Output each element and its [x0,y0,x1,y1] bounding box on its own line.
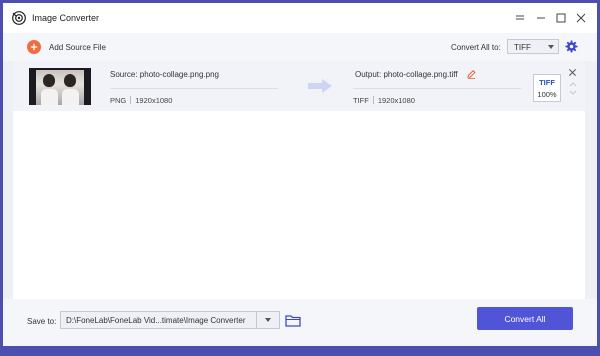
save-path-dropdown[interactable] [256,311,280,329]
output-resolution: 1920x1080 [377,96,415,105]
convert-all-to-label: Convert All to: [451,43,501,52]
source-format: PNG [110,96,127,105]
window-title: Image Converter [32,13,100,23]
add-source-file-button[interactable]: Add Source File [27,39,106,55]
convert-all-format-select[interactable]: TIFF [507,39,559,54]
file-list-item[interactable]: Source: photo-collage.png.png PNG 1920x10… [13,61,585,111]
convert-all-button-label: Convert All [504,313,546,324]
output-quality: 100% [537,90,557,99]
source-resolution: 1920x1080 [135,96,173,105]
output-file-meta: TIFF 1920x1080 [353,96,415,105]
footer-bar: Save to: D:\FoneLab\FoneLab Vid...timate… [3,299,597,346]
minimize-icon[interactable] [534,11,548,25]
save-path-value: D:\FoneLab\FoneLab Vid...timate\Image Co… [66,316,246,325]
divider [353,88,521,89]
close-window-icon[interactable] [574,11,588,25]
menu-icon[interactable] [513,11,527,25]
gear-icon[interactable] [565,40,578,53]
chevron-down-icon [265,318,271,322]
chevron-down-icon[interactable] [569,89,577,95]
convert-all-format-value: TIFF [514,43,531,52]
arrow-right-icon [306,78,334,94]
title-bar: Image Converter [3,3,597,33]
pencil-icon[interactable] [467,69,476,79]
app-window: Image Converter Add Source File Convert … [0,0,600,356]
chevron-up-icon[interactable] [569,80,577,87]
app-logo-icon [12,11,26,25]
divider [110,88,278,89]
save-to-label: Save to: [27,317,57,326]
file-thumbnail [29,68,91,105]
output-format-button[interactable]: TIFF 100% [533,74,561,102]
folder-icon[interactable] [285,314,301,327]
output-format: TIFF [353,96,369,105]
source-file-name: Source: photo-collage.png.png [110,70,219,79]
toolbar: Add Source File Convert All to: TIFF [3,33,597,61]
chevron-down-icon [548,45,554,49]
plus-circle-icon [27,40,41,54]
add-source-file-label: Add Source File [49,42,106,52]
output-format-badge: TIFF [539,78,555,87]
convert-all-button[interactable]: Convert All [477,307,573,330]
close-icon[interactable] [568,68,577,77]
content-area: Source: photo-collage.png.png PNG 1920x10… [3,61,597,299]
output-file-name: Output: photo-collage.png.tiff [355,70,458,79]
save-path-field[interactable]: D:\FoneLab\FoneLab Vid...timate\Image Co… [60,311,280,329]
source-file-meta: PNG 1920x1080 [110,96,172,105]
maximize-icon[interactable] [554,11,568,25]
